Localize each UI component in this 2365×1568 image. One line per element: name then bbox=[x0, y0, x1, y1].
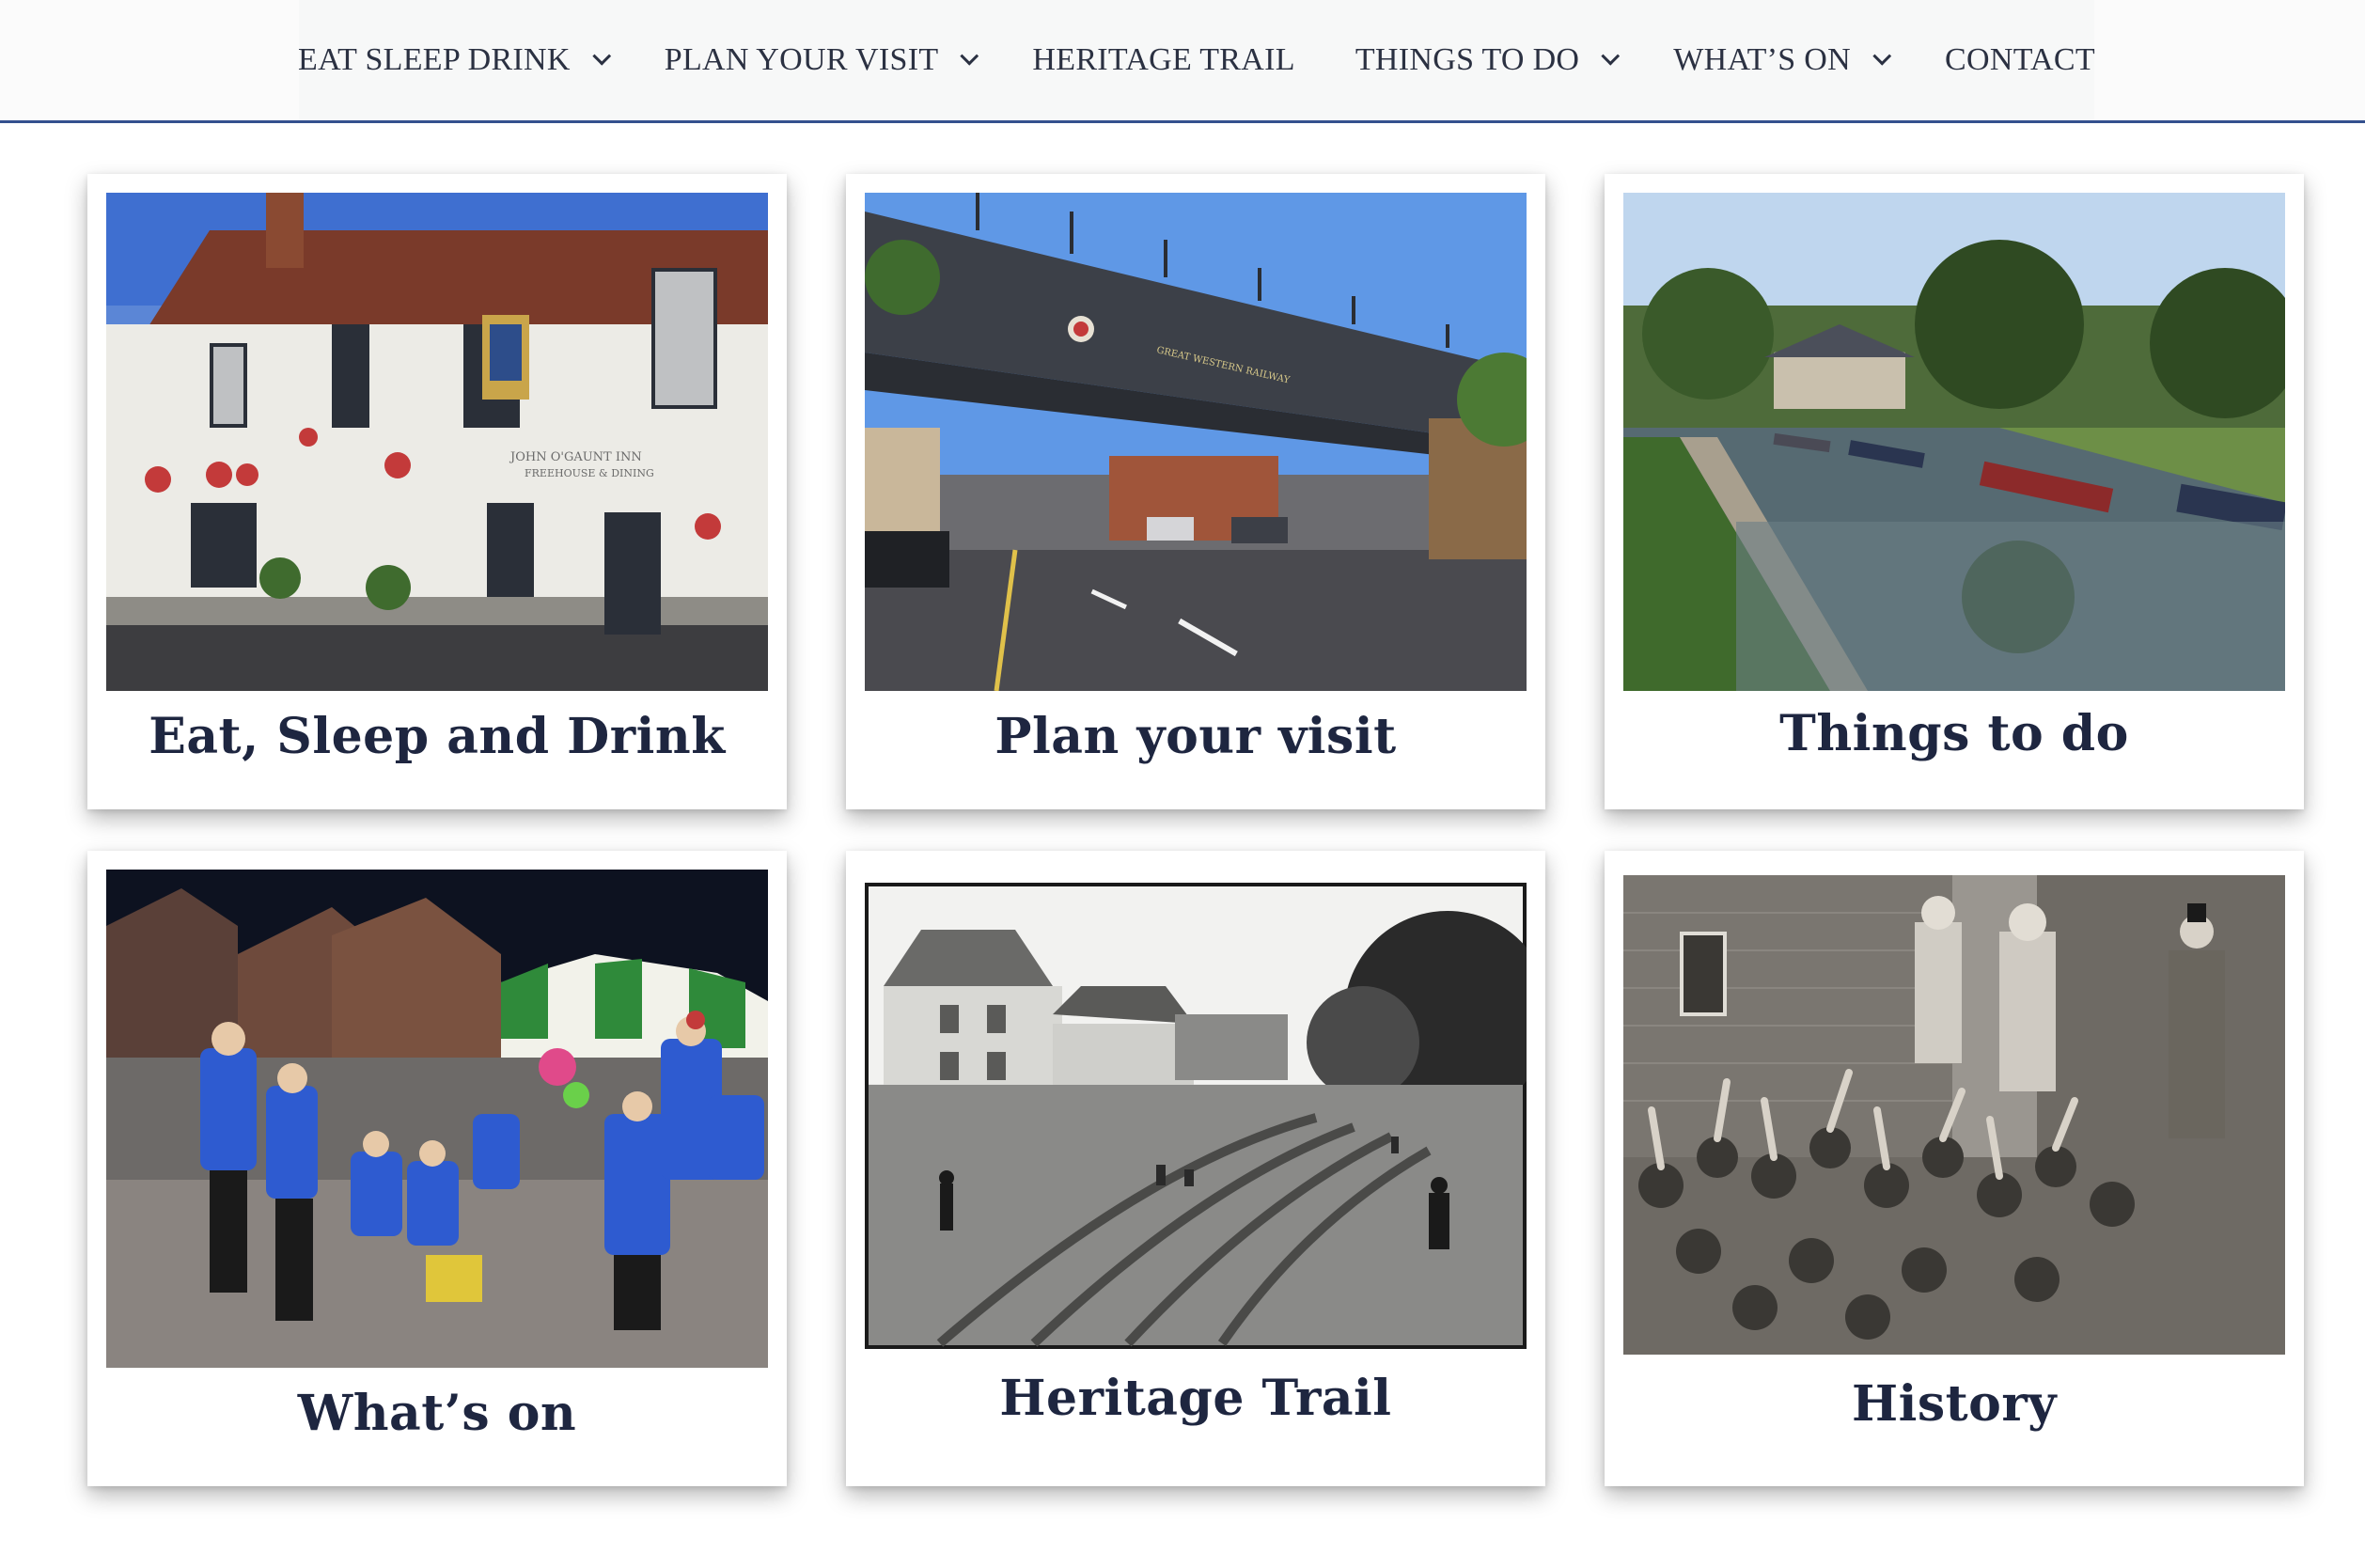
card-things-to-do[interactable]: Things to do bbox=[1605, 174, 2304, 809]
nav-item-contact[interactable]: CONTACT bbox=[1945, 42, 2095, 78]
site-header: EAT SLEEP DRINK PLAN YOUR VISIT HERITAGE… bbox=[0, 0, 2365, 123]
nav-item-eat-sleep-drink[interactable]: EAT SLEEP DRINK bbox=[298, 42, 611, 78]
canal-photo bbox=[1623, 193, 2285, 691]
nav-item-label: EAT SLEEP DRINK bbox=[298, 42, 571, 77]
nav-item-label: HERITAGE TRAIL bbox=[1032, 42, 1295, 77]
card-whats-on[interactable]: What’s on bbox=[87, 851, 787, 1486]
nav-item-plan-your-visit[interactable]: PLAN YOUR VISIT bbox=[664, 42, 979, 78]
historic-crowd-photo bbox=[1623, 875, 2285, 1355]
card-title: Things to do bbox=[1779, 705, 2129, 762]
brass-band-photo bbox=[106, 870, 768, 1368]
chevron-down-icon bbox=[960, 46, 979, 66]
inn-sub-text: FREEHOUSE & DINING bbox=[525, 467, 654, 479]
nav-item-label: PLAN YOUR VISIT bbox=[664, 42, 939, 77]
nav-item-heritage-trail[interactable]: HERITAGE TRAIL bbox=[1032, 42, 1294, 78]
chevron-down-icon bbox=[592, 46, 611, 66]
card-title: What’s on bbox=[297, 1385, 577, 1442]
inn-sign-text: JOHN O'GAUNT INN bbox=[509, 450, 642, 464]
nav-item-label: WHAT’S ON bbox=[1673, 42, 1852, 77]
historic-village-photo bbox=[865, 883, 1527, 1349]
nav-item-label: THINGS TO DO bbox=[1355, 42, 1580, 77]
chevron-down-icon bbox=[1872, 46, 1892, 66]
inn-photo: JOHN O'GAUNT INN FREEHOUSE & DINING bbox=[106, 193, 768, 691]
card-heritage-trail[interactable]: Heritage Trail bbox=[846, 851, 1545, 1486]
railway-bridge-photo: GREAT WESTERN RAILWAY bbox=[865, 193, 1527, 691]
main-nav: EAT SLEEP DRINK PLAN YOUR VISIT HERITAGE… bbox=[298, 0, 2095, 120]
chevron-down-icon bbox=[1601, 46, 1621, 66]
card-title: History bbox=[1852, 1375, 2057, 1433]
card-title: Heritage Trail bbox=[999, 1370, 1392, 1427]
card-plan-your-visit[interactable]: GREAT WESTERN RAILWAY Plan your visit bbox=[846, 174, 1545, 809]
card-history[interactable]: History bbox=[1605, 851, 2304, 1486]
card-eat-sleep-drink[interactable]: JOHN O'GAUNT INN FREEHOUSE & DINING Eat,… bbox=[87, 174, 787, 809]
nav-item-label: CONTACT bbox=[1945, 42, 2095, 77]
card-title: Plan your visit bbox=[995, 708, 1397, 765]
nav-item-whats-on[interactable]: WHAT’S ON bbox=[1673, 42, 1892, 78]
nav-item-things-to-do[interactable]: THINGS TO DO bbox=[1355, 42, 1621, 78]
card-title: Eat, Sleep and Drink bbox=[149, 708, 726, 765]
